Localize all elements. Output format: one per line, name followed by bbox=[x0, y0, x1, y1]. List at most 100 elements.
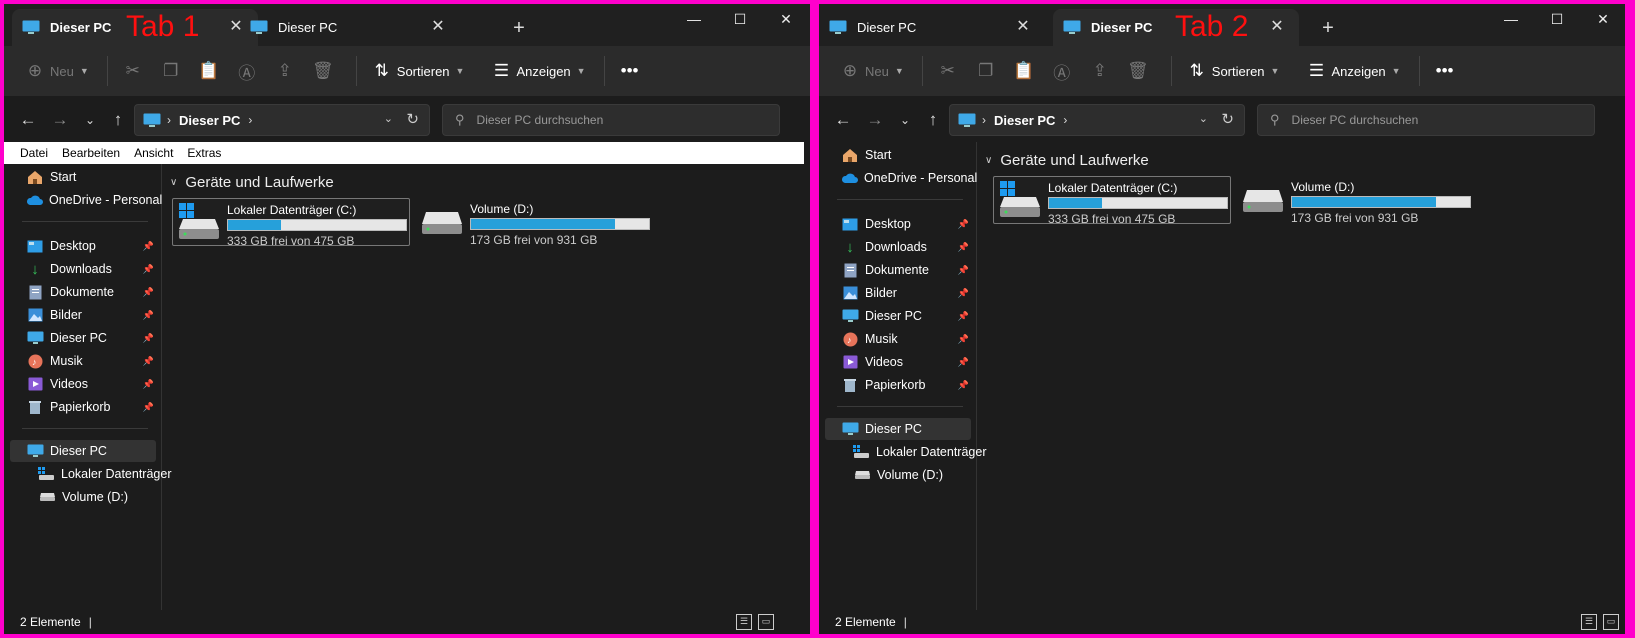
menu-extras[interactable]: Extras bbox=[187, 146, 221, 160]
sidebar-item-documents[interactable]: Dokumente 📌 bbox=[10, 281, 156, 303]
sidebar-item-start[interactable]: Start bbox=[825, 144, 971, 166]
address-field[interactable]: › Dieser PC › ⌄ ↻ bbox=[949, 104, 1245, 136]
rename-button[interactable]: Ⓐ bbox=[232, 53, 262, 89]
group-header-devices[interactable]: ∨ Geräte und Laufwerke bbox=[170, 174, 334, 191]
menu-datei[interactable]: Datei bbox=[20, 146, 48, 160]
breadcrumb-dieser-pc[interactable]: Dieser PC bbox=[994, 113, 1055, 128]
sidebar-item-onedrive[interactable]: OneDrive - Personal bbox=[10, 189, 162, 211]
tiles-view-button[interactable]: ▭ bbox=[1603, 614, 1619, 630]
copy-button[interactable]: ❐ bbox=[156, 53, 186, 89]
sidebar-item-drive-d[interactable]: Volume (D:) bbox=[10, 486, 156, 508]
tab-close-button[interactable]: ✕ bbox=[428, 17, 448, 37]
sidebar-item-desktop[interactable]: Desktop 📌 bbox=[825, 213, 971, 235]
sidebar-item-videos[interactable]: Videos 📌 bbox=[10, 373, 156, 395]
sort-button[interactable]: ⇅ Sortieren ▼ bbox=[367, 53, 465, 89]
paste-button[interactable]: 📋 bbox=[1009, 53, 1039, 89]
new-button[interactable]: ⊕ Neu ▼ bbox=[835, 53, 904, 89]
details-view-button[interactable]: ☰ bbox=[736, 614, 752, 630]
drive-d-tile[interactable]: Volume (D:) 173 GB frei von 931 GB bbox=[1237, 176, 1475, 225]
tab-close-button[interactable]: ✕ bbox=[1267, 17, 1287, 37]
back-button[interactable]: ← bbox=[14, 106, 42, 134]
copy-button[interactable]: ❐ bbox=[971, 53, 1001, 89]
sidebar-item-downloads[interactable]: ↓ Downloads 📌 bbox=[825, 236, 971, 258]
tiles-view-button[interactable]: ▭ bbox=[758, 614, 774, 630]
forward-button[interactable]: → bbox=[46, 106, 74, 134]
drive-c-info: Lokaler Datenträger (C:) 333 GB frei von… bbox=[1048, 181, 1228, 226]
sidebar-item-dieser-pc-tree[interactable]: Dieser PC bbox=[825, 418, 971, 440]
refresh-icon[interactable]: ↻ bbox=[1221, 110, 1234, 128]
paste-button[interactable]: 📋 bbox=[194, 53, 224, 89]
menu-bearbeiten[interactable]: Bearbeiten bbox=[62, 146, 120, 160]
sidebar-item-label: Dokumente bbox=[50, 285, 114, 299]
rename-button[interactable]: Ⓐ bbox=[1047, 53, 1077, 89]
view-button[interactable]: ☰ Anzeigen ▼ bbox=[486, 53, 586, 89]
recent-locations-button[interactable]: ⌄ bbox=[891, 106, 919, 134]
close-window-button[interactable]: ✕ bbox=[766, 4, 806, 36]
sidebar-item-start[interactable]: Start bbox=[10, 166, 156, 188]
new-tab-button[interactable]: + bbox=[1313, 14, 1343, 42]
chevron-down-icon[interactable]: ⌄ bbox=[384, 112, 393, 125]
close-window-button[interactable]: ✕ bbox=[1583, 4, 1623, 36]
refresh-icon[interactable]: ↻ bbox=[406, 110, 419, 128]
back-button[interactable]: ← bbox=[829, 106, 857, 134]
delete-button[interactable]: 🗑 bbox=[308, 53, 338, 89]
sidebar-item-dieser-pc[interactable]: Dieser PC 📌 bbox=[10, 327, 156, 349]
forward-button[interactable]: → bbox=[861, 106, 889, 134]
up-button[interactable]: ↑ bbox=[104, 106, 132, 134]
sidebar-item-documents[interactable]: Dokumente 📌 bbox=[825, 259, 971, 281]
sidebar-item-music[interactable]: ♪ Musik 📌 bbox=[10, 350, 156, 372]
up-button[interactable]: ↑ bbox=[919, 106, 947, 134]
share-button[interactable]: ⇪ bbox=[270, 53, 300, 89]
maximize-button[interactable]: ☐ bbox=[1537, 4, 1577, 36]
sidebar-item-recycle-bin[interactable]: Papierkorb 📌 bbox=[825, 374, 971, 396]
sidebar-item-dieser-pc-tree[interactable]: Dieser PC bbox=[10, 440, 156, 462]
view-list-icon: ☰ bbox=[1308, 61, 1325, 80]
scissors-icon: ✂ bbox=[125, 61, 140, 80]
sidebar-item-desktop[interactable]: Desktop 📌 bbox=[10, 235, 156, 257]
sidebar-item-onedrive[interactable]: OneDrive - Personal bbox=[825, 167, 977, 189]
minimize-button[interactable]: — bbox=[674, 4, 714, 36]
share-button[interactable]: ⇪ bbox=[1085, 53, 1115, 89]
tab-dieser-pc-2[interactable]: Dieser PC ✕ bbox=[240, 9, 460, 46]
item-count: 2 Elemente bbox=[835, 615, 896, 629]
recent-locations-button[interactable]: ⌄ bbox=[76, 106, 104, 134]
address-field[interactable]: › Dieser PC › ⌄ ↻ bbox=[134, 104, 430, 136]
sidebar-item-downloads[interactable]: ↓ Downloads 📌 bbox=[10, 258, 156, 280]
drive-c-tile[interactable]: Lokaler Datenträger (C:) 333 GB frei von… bbox=[993, 176, 1231, 226]
home-icon bbox=[26, 169, 44, 185]
delete-button[interactable]: 🗑 bbox=[1123, 53, 1153, 89]
view-label: Anzeigen bbox=[1331, 63, 1386, 79]
sidebar-item-pictures[interactable]: Bilder 📌 bbox=[10, 304, 156, 326]
sidebar-item-drive-c[interactable]: Lokaler Datenträger bbox=[825, 441, 986, 463]
new-tab-button[interactable]: + bbox=[504, 14, 534, 42]
tab-close-button[interactable]: ✕ bbox=[1013, 17, 1033, 37]
details-view-button[interactable]: ☰ bbox=[1581, 614, 1597, 630]
cut-button[interactable]: ✂ bbox=[118, 53, 148, 89]
cut-button[interactable]: ✂ bbox=[933, 53, 963, 89]
sidebar-item-recycle-bin[interactable]: Papierkorb 📌 bbox=[10, 396, 156, 418]
view-button[interactable]: ☰ Anzeigen ▼ bbox=[1301, 53, 1401, 89]
drive-c-tile[interactable]: Lokaler Datenträger (C:) 333 GB frei von… bbox=[172, 198, 410, 248]
minimize-button[interactable]: — bbox=[1491, 4, 1531, 36]
menu-ansicht[interactable]: Ansicht bbox=[134, 146, 173, 160]
more-button[interactable]: ••• bbox=[615, 53, 645, 89]
usage-fill bbox=[1049, 198, 1103, 208]
search-input[interactable]: ⚲ Dieser PC durchsuchen bbox=[442, 104, 780, 136]
status-separator: | bbox=[88, 615, 92, 629]
maximize-button[interactable]: ☐ bbox=[720, 4, 760, 36]
sidebar-item-videos[interactable]: Videos 📌 bbox=[825, 351, 971, 373]
sidebar-item-drive-c[interactable]: Lokaler Datenträger bbox=[10, 463, 171, 485]
more-button[interactable]: ••• bbox=[1430, 53, 1460, 89]
chevron-down-icon[interactable]: ⌄ bbox=[1199, 112, 1208, 125]
sidebar-item-dieser-pc[interactable]: Dieser PC 📌 bbox=[825, 305, 971, 327]
sidebar-item-drive-d[interactable]: Volume (D:) bbox=[825, 464, 971, 486]
drive-d-tile[interactable]: Volume (D:) 173 GB frei von 931 GB bbox=[416, 198, 654, 247]
new-button[interactable]: ⊕ Neu ▼ bbox=[20, 53, 89, 89]
search-input[interactable]: ⚲ Dieser PC durchsuchen bbox=[1257, 104, 1595, 136]
tab-dieser-pc-1[interactable]: Dieser PC ✕ bbox=[819, 9, 1045, 46]
sort-button[interactable]: ⇅ Sortieren ▼ bbox=[1182, 53, 1280, 89]
sidebar-item-pictures[interactable]: Bilder 📌 bbox=[825, 282, 971, 304]
sidebar-item-music[interactable]: ♪ Musik 📌 bbox=[825, 328, 971, 350]
group-header-devices[interactable]: ∨ Geräte und Laufwerke bbox=[985, 152, 1149, 169]
breadcrumb-dieser-pc[interactable]: Dieser PC bbox=[179, 113, 240, 128]
